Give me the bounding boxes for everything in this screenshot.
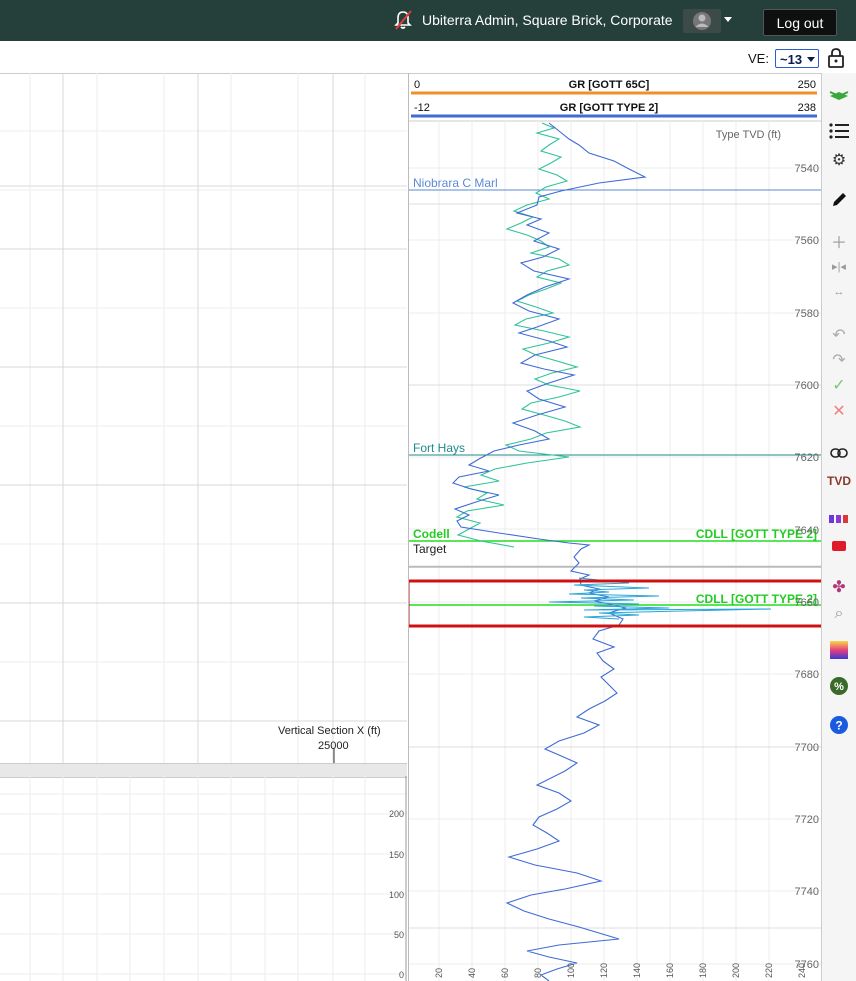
bottom-tick: 240 [797, 963, 807, 978]
bottom-tick: 60 [500, 968, 510, 978]
lower-y-tick: 0 [399, 970, 404, 980]
gradient-icon[interactable] [827, 639, 851, 661]
right-toolbar: ⚙ ＋ ▸|◂ ↔ ↶ ↷ ✓ ✕ TVD ✤ ⌕ % ? [821, 73, 856, 981]
curve1-max: 250 [798, 79, 816, 91]
lower-y-tick: 200 [389, 809, 404, 819]
lower-y-tick: 150 [389, 850, 404, 860]
view-toolbar: VE: ~13 [0, 41, 856, 74]
top-bar: Ubiterra Admin, Square Brick, Corporate … [0, 0, 856, 41]
logout-button[interactable]: Log out [763, 9, 837, 36]
ve-label: VE: [748, 51, 769, 66]
depth-axis-label: Type TVD (ft) [716, 129, 781, 141]
bottom-tick: 40 [467, 968, 477, 978]
curve1-name: GR [GOTT 65C] [569, 79, 650, 91]
depth-tick: 7660 [795, 597, 819, 609]
curve2-name: GR [GOTT TYPE 2] [560, 102, 659, 114]
redo-icon[interactable]: ↷ [827, 349, 851, 371]
list-icon[interactable] [827, 120, 851, 142]
chevron-down-icon [807, 57, 815, 62]
depth-tick: 7640 [795, 525, 819, 537]
depth-tick: 7620 [795, 452, 819, 464]
bottom-tick: 120 [599, 963, 609, 978]
svg-text:?: ? [835, 719, 842, 733]
top-label-target: Target [413, 542, 447, 556]
lower-chart-view[interactable]: 200 150 100 50 0 [0, 776, 407, 981]
cross-section-view[interactable] [0, 73, 407, 763]
gear-icon[interactable]: ⚙ [827, 149, 851, 171]
bars-icon[interactable] [827, 508, 851, 530]
red-block-icon[interactable] [827, 535, 851, 557]
check-icon[interactable]: ✓ [827, 374, 851, 396]
ve-value: ~13 [780, 52, 803, 67]
bottom-tick: 220 [764, 963, 774, 978]
depth-tick: 7560 [795, 235, 819, 247]
top-label-codell: Codell [413, 527, 450, 541]
curve2-max: 238 [798, 102, 816, 114]
link-icon[interactable] [827, 442, 851, 464]
percent-icon[interactable]: % [827, 675, 851, 697]
color-picker-icon[interactable]: ✤ [827, 576, 851, 598]
depth-tick: 7680 [795, 669, 819, 681]
depth-tick: 7600 [795, 380, 819, 392]
bottom-tick: 80 [533, 968, 543, 978]
ve-select[interactable]: ~13 [775, 49, 819, 68]
vertical-section-axis-label: Vertical Section X (ft) [278, 725, 381, 737]
curve2-min: -12 [414, 102, 430, 114]
undo-icon[interactable]: ↶ [827, 324, 851, 346]
depth-tick: 7540 [795, 163, 819, 175]
depth-tick: 7740 [795, 886, 819, 898]
bottom-tick: 200 [731, 963, 741, 978]
split-icon[interactable]: ▸|◂ [827, 255, 851, 277]
help-icon[interactable]: ? [827, 714, 851, 736]
bottom-tick: 140 [632, 963, 642, 978]
plus-icon[interactable]: ＋ [827, 230, 851, 252]
tvd-icon[interactable]: TVD [827, 470, 851, 492]
zoom-icon[interactable]: ⌕ [827, 603, 851, 625]
lock-icon[interactable] [826, 47, 846, 69]
user-menu-chevron-down-icon[interactable] [724, 17, 732, 22]
curve1-min: 0 [414, 79, 420, 91]
vertical-section-axis-value: 25000 [318, 740, 349, 752]
depth-tick: 7720 [795, 814, 819, 826]
lower-y-tick: 100 [389, 890, 404, 900]
pencil-icon[interactable] [827, 189, 851, 211]
depth-tick: 7700 [795, 742, 819, 754]
top-label-niobrara: Niobrara C Marl [413, 176, 498, 190]
bottom-tick: 20 [434, 968, 444, 978]
bottom-tick: 180 [698, 963, 708, 978]
depth-tick: 7580 [795, 308, 819, 320]
lower-y-tick: 50 [394, 930, 404, 940]
bottom-tick: 160 [665, 963, 675, 978]
user-avatar-icon[interactable] [683, 9, 721, 33]
layers-icon[interactable] [827, 83, 851, 105]
log-track[interactable]: 0 GR [GOTT 65C] 250 -12 GR [GOTT TYPE 2]… [408, 73, 822, 981]
gr-type2-curve [451, 122, 647, 981]
cancel-icon[interactable]: ✕ [827, 400, 851, 422]
svg-text:%: % [834, 681, 844, 693]
top-label-fort-hays: Fort Hays [413, 441, 465, 455]
bottom-tick: 100 [566, 963, 576, 978]
bell-off-icon[interactable] [392, 9, 414, 31]
user-info: Ubiterra Admin, Square Brick, Corporate [422, 12, 673, 28]
width-icon[interactable]: ↔ [827, 281, 851, 303]
